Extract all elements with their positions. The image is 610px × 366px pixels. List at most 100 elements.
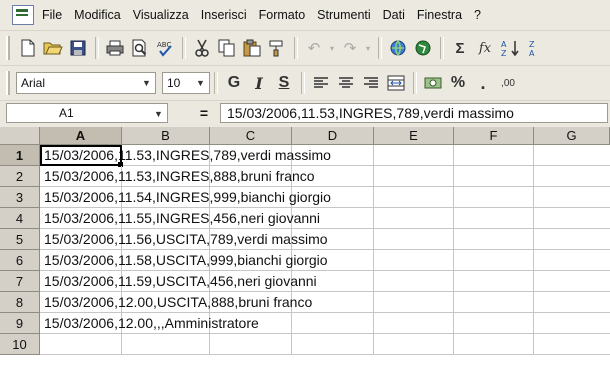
font-size-select[interactable]: 10 ▼ [162,72,210,94]
row-cells[interactable]: 15/03/2006,11.54,INGRES,999,bianchi gior… [40,187,610,208]
function-icon[interactable]: fx [473,36,497,60]
merge-center-icon[interactable] [384,71,408,95]
svg-text:A: A [501,40,507,49]
bold-button[interactable]: G [222,71,246,95]
row-cells[interactable]: 15/03/2006,12.00,USCITA,888,bruni franco [40,292,610,313]
italic-button[interactable]: I [247,71,271,95]
format-painter-icon[interactable] [265,36,289,60]
row-cells[interactable]: 15/03/2006,11.53,INGRES,888,bruni franco [40,166,610,187]
menu-file[interactable]: File [42,8,62,22]
row-header[interactable]: 4 [0,208,40,229]
row-cells[interactable] [40,334,610,355]
column-header-b[interactable]: B [122,127,210,145]
row-cells[interactable]: 15/03/2006,11.59,USCITA,456,neri giovann… [40,271,610,292]
spreadsheet-grid[interactable]: A B C D E F G 1 15/03/2006,11.53,INGRES,7… [0,127,610,366]
chevron-down-icon[interactable]: ▼ [140,75,153,91]
formatting-toolbar: Arial ▼ 10 ▼ G I S % . ,00 [0,66,610,101]
cell-a8[interactable]: 15/03/2006,12.00,USCITA,888,bruni franco [44,294,312,310]
row-header[interactable]: 5 [0,229,40,250]
cell-a5[interactable]: 15/03/2006,11.56,USCITA,789,verdi massim… [44,231,328,247]
row-header[interactable]: 6 [0,250,40,271]
currency-icon[interactable] [421,71,445,95]
column-header-g[interactable]: G [534,127,610,145]
menu-dati[interactable]: Dati [383,8,405,22]
column-header-e[interactable]: E [374,127,454,145]
open-icon[interactable] [41,36,65,60]
font-name-select[interactable]: Arial ▼ [16,72,156,94]
undo-dropdown-icon[interactable]: ▾ [327,36,337,60]
row-header[interactable]: 10 [0,334,40,355]
autosum-icon[interactable]: Σ [448,36,472,60]
align-right-icon[interactable] [359,71,383,95]
grid-line [373,334,374,355]
undo-icon[interactable]: ↶ [302,36,326,60]
row-header[interactable]: 3 [0,187,40,208]
column-header-c[interactable]: C [210,127,292,145]
toolbar-separator [440,37,444,59]
select-all-corner[interactable] [0,127,40,145]
percent-button[interactable]: % [446,71,470,95]
menu-strumenti[interactable]: Strumenti [317,8,371,22]
menu-finestra[interactable]: Finestra [417,8,462,22]
row-header[interactable]: 1 [0,145,40,166]
toolbar-grip[interactable] [6,36,10,60]
web-icon[interactable] [411,36,435,60]
sort-descending-icon[interactable]: ZA [523,36,547,60]
print-icon[interactable] [103,36,127,60]
menu-visualizza[interactable]: Visualizza [133,8,189,22]
formula-input[interactable]: 15/03/2006,11.53,INGRES,789,verdi massim… [220,103,608,123]
menu-help[interactable]: ? [474,8,481,22]
row-header[interactable]: 2 [0,166,40,187]
new-icon[interactable] [16,36,40,60]
column-header-a[interactable]: A [40,127,122,145]
cell-a6[interactable]: 15/03/2006,11.58,USCITA,999,bianchi gior… [44,252,328,268]
column-header-d[interactable]: D [292,127,374,145]
row-cells[interactable]: 15/03/2006,12.00,,,Amministratore [40,313,610,334]
spelling-icon[interactable]: ABC [153,36,177,60]
print-preview-icon[interactable] [128,36,152,60]
grid-line [291,313,292,334]
chevron-down-icon[interactable]: ▼ [152,106,165,122]
grid-line [453,250,454,271]
cell-a2[interactable]: 15/03/2006,11.53,INGRES,888,bruni franco [44,168,315,184]
redo-dropdown-icon[interactable]: ▾ [363,36,373,60]
workbook-icon[interactable] [12,5,34,25]
cut-icon[interactable] [190,36,214,60]
cell-a7[interactable]: 15/03/2006,11.59,USCITA,456,neri giovann… [44,273,317,289]
row-cells[interactable]: 15/03/2006,11.55,INGRES,456,neri giovann… [40,208,610,229]
cell-a9[interactable]: 15/03/2006,12.00,,,Amministratore [44,315,259,331]
row-cells[interactable]: 15/03/2006,11.58,USCITA,999,bianchi gior… [40,250,610,271]
grid-line [453,334,454,355]
sort-ascending-icon[interactable]: AZ [498,36,522,60]
cell-a3[interactable]: 15/03/2006,11.54,INGRES,999,bianchi gior… [44,189,331,205]
copy-icon[interactable] [215,36,239,60]
paste-icon[interactable] [240,36,264,60]
hyperlink-icon[interactable] [386,36,410,60]
menu-formato[interactable]: Formato [259,8,306,22]
cell-a4[interactable]: 15/03/2006,11.55,INGRES,456,neri giovann… [44,210,320,226]
chevron-down-icon[interactable]: ▼ [194,75,207,91]
grid-line [373,292,374,313]
align-left-icon[interactable] [309,71,333,95]
table-row: 8 15/03/2006,12.00,USCITA,888,bruni franc… [0,292,610,313]
increase-decimal-button[interactable]: ,00 [496,71,520,95]
thousands-separator-button[interactable]: . [471,71,495,95]
row-cells[interactable]: 15/03/2006,11.56,USCITA,789,verdi massim… [40,229,610,250]
menu-inserisci[interactable]: Inserisci [201,8,247,22]
grid-line [453,187,454,208]
row-cells[interactable]: 15/03/2006,11.53,INGRES,789,verdi massim… [40,145,610,167]
redo-icon[interactable]: ↷ [338,36,362,60]
menu-modifica[interactable]: Modifica [74,8,121,22]
toolbar-grip[interactable] [6,71,10,95]
row-header[interactable]: 9 [0,313,40,334]
column-header-f[interactable]: F [454,127,534,145]
save-icon[interactable] [66,36,90,60]
grid-line [121,334,122,355]
name-box-value: A1 [59,106,74,120]
underline-button[interactable]: S [272,71,296,95]
row-header[interactable]: 8 [0,292,40,313]
formula-equals[interactable]: = [188,105,220,121]
row-header[interactable]: 7 [0,271,40,292]
name-box[interactable]: A1 ▼ [6,103,168,123]
align-center-icon[interactable] [334,71,358,95]
